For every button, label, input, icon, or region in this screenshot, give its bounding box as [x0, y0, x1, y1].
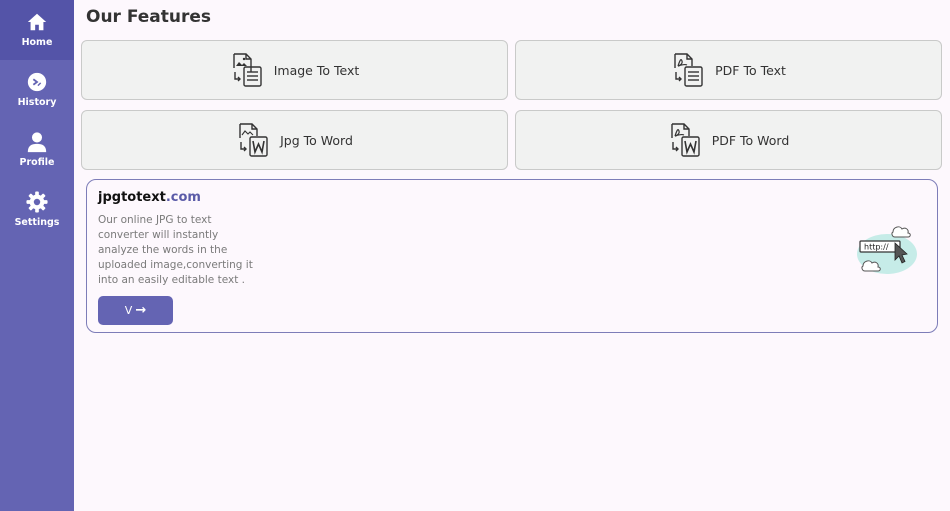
feature-card-image-to-text[interactable]: Image To Text: [81, 40, 508, 100]
history-icon: [27, 72, 47, 92]
feature-card-pdf-to-word[interactable]: PDF To Word: [515, 110, 942, 170]
arrow-right-icon: →: [135, 303, 147, 318]
image-to-text-icon: [233, 53, 262, 87]
sidebar-item-label: History: [17, 97, 57, 108]
feature-card-jpg-to-word[interactable]: Jpg To Word: [81, 110, 508, 170]
illustration-text: http://: [864, 243, 889, 252]
pdf-to-word-icon: [671, 123, 700, 157]
sidebar-item-history[interactable]: History: [0, 60, 74, 120]
promo-card: jpgtotext.com Our online JPG to text con…: [86, 179, 938, 333]
sidebar-item-label: Settings: [14, 217, 60, 228]
pdf-to-text-icon: [674, 53, 703, 87]
promo-description: Our online JPG to text converter will in…: [98, 214, 253, 286]
sidebar-item-label: Profile: [19, 157, 55, 168]
feature-label: Jpg To Word: [280, 132, 353, 148]
promo-button[interactable]: V →: [98, 296, 173, 325]
home-icon: [27, 13, 47, 31]
settings-icon: [26, 191, 48, 213]
sidebar-item-label: Home: [21, 37, 53, 48]
sidebar-item-home[interactable]: Home: [0, 0, 74, 60]
feature-label: Image To Text: [273, 62, 360, 78]
brand-tld: .com: [165, 190, 201, 205]
promo-button-label: V: [124, 304, 133, 317]
jpg-to-word-icon: [239, 123, 268, 157]
sidebar-item-profile[interactable]: Profile: [0, 120, 74, 180]
promo-brand: jpgtotext.com: [98, 190, 201, 205]
sidebar: Home History Profile Settings: [0, 0, 74, 511]
page-title: Our Features: [86, 7, 212, 27]
brand-name: jpgtotext: [98, 190, 166, 205]
profile-icon: [27, 132, 47, 153]
feature-card-pdf-to-text[interactable]: PDF To Text: [515, 40, 942, 100]
feature-label: PDF To Text: [715, 62, 786, 78]
sidebar-item-settings[interactable]: Settings: [0, 180, 74, 240]
web-cursor-illustration: http://: [857, 226, 917, 274]
feature-label: PDF To Word: [711, 132, 790, 148]
